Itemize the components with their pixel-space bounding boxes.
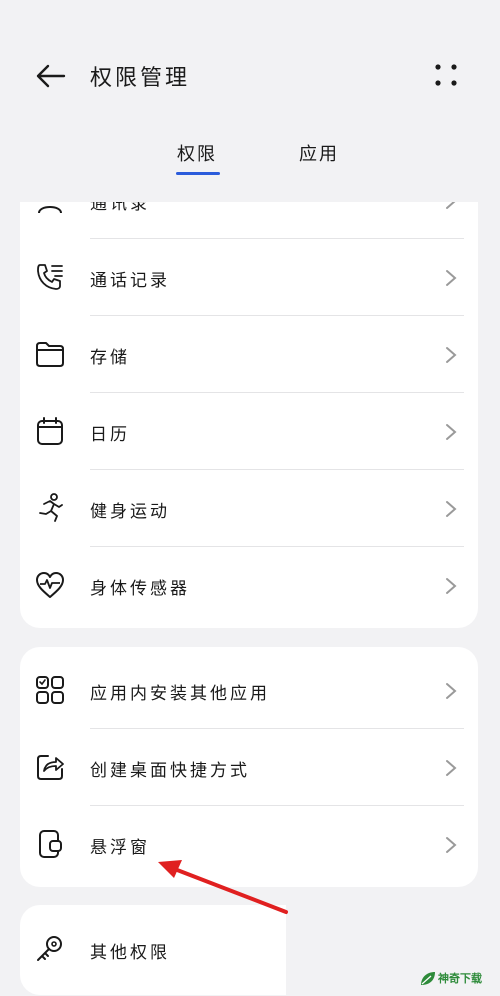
list-item-label: 应用内安装其他应用 — [90, 684, 270, 704]
list-item-fitness[interactable]: 健身运动 — [20, 470, 478, 547]
tab-permissions[interactable]: 权限 — [177, 140, 217, 166]
list-item-calendar[interactable]: 日历 — [20, 393, 478, 470]
calendar-icon — [37, 417, 63, 445]
list-item-install-apps[interactable]: 应用内安装其他应用 — [20, 652, 478, 729]
chevron-right-icon — [446, 683, 457, 699]
more-dots-icon — [435, 64, 457, 86]
more-options-button[interactable] — [426, 56, 466, 96]
list-item-floating-window[interactable]: 悬浮窗 — [20, 806, 478, 883]
leaf-logo-icon — [421, 972, 435, 985]
tab-apps[interactable]: 应用 — [299, 140, 339, 166]
folder-icon — [36, 342, 64, 367]
chevron-right-icon — [446, 424, 457, 440]
other-permissions-card: 其他权限 — [20, 905, 286, 995]
chevron-right-icon — [446, 837, 457, 853]
back-button[interactable] — [30, 56, 70, 96]
contacts-icon — [38, 206, 62, 214]
list-item-label: 其他权限 — [90, 943, 170, 963]
list-item-label: 健身运动 — [90, 502, 170, 522]
chevron-right-icon — [446, 347, 457, 363]
floating-window-icon — [39, 830, 62, 858]
apps-grid-icon — [36, 676, 64, 704]
special-permissions-card: 应用内安装其他应用 创建桌面快捷方式 悬浮窗 — [20, 647, 478, 887]
running-icon — [39, 493, 63, 522]
tab-indicator — [176, 172, 220, 175]
list-item-call-log[interactable]: 通话记录 — [20, 239, 478, 316]
list-item-label: 身体传感器 — [90, 579, 190, 599]
list-item-body-sensors[interactable]: 身体传感器 — [20, 547, 478, 624]
call-log-icon — [37, 264, 63, 290]
back-arrow-icon — [36, 64, 66, 88]
list-item-label: 日历 — [90, 425, 130, 445]
shortcut-share-icon — [37, 755, 64, 780]
list-item-label: 存储 — [90, 348, 130, 368]
permissions-list-card: 通讯录 通话记录 存储 日历 健身运动 身体传感器 — [20, 202, 478, 628]
chevron-right-icon — [446, 202, 456, 209]
key-icon — [37, 936, 62, 961]
chevron-right-icon — [446, 578, 457, 594]
watermark-text: 神奇下载 — [438, 972, 482, 985]
list-item-label: 通话记录 — [90, 271, 170, 291]
list-item-contacts[interactable]: 通讯录 — [20, 202, 478, 239]
page-title: 权限管理 — [90, 66, 191, 91]
list-item-storage[interactable]: 存储 — [20, 316, 478, 393]
list-item-label: 创建桌面快捷方式 — [90, 761, 250, 781]
list-item-create-shortcut[interactable]: 创建桌面快捷方式 — [20, 729, 478, 806]
chevron-right-icon — [446, 760, 457, 776]
heart-rate-icon — [36, 572, 64, 598]
list-item-label: 通讯录 — [90, 202, 150, 214]
list-item-other-permissions[interactable]: 其他权限 — [20, 911, 286, 988]
chevron-right-icon — [446, 270, 457, 286]
app-header: 权限管理 权限 应用 — [0, 0, 500, 200]
list-item-label: 悬浮窗 — [90, 838, 150, 858]
chevron-right-icon — [446, 501, 457, 517]
watermark-logo: 神奇下载 — [416, 966, 500, 992]
